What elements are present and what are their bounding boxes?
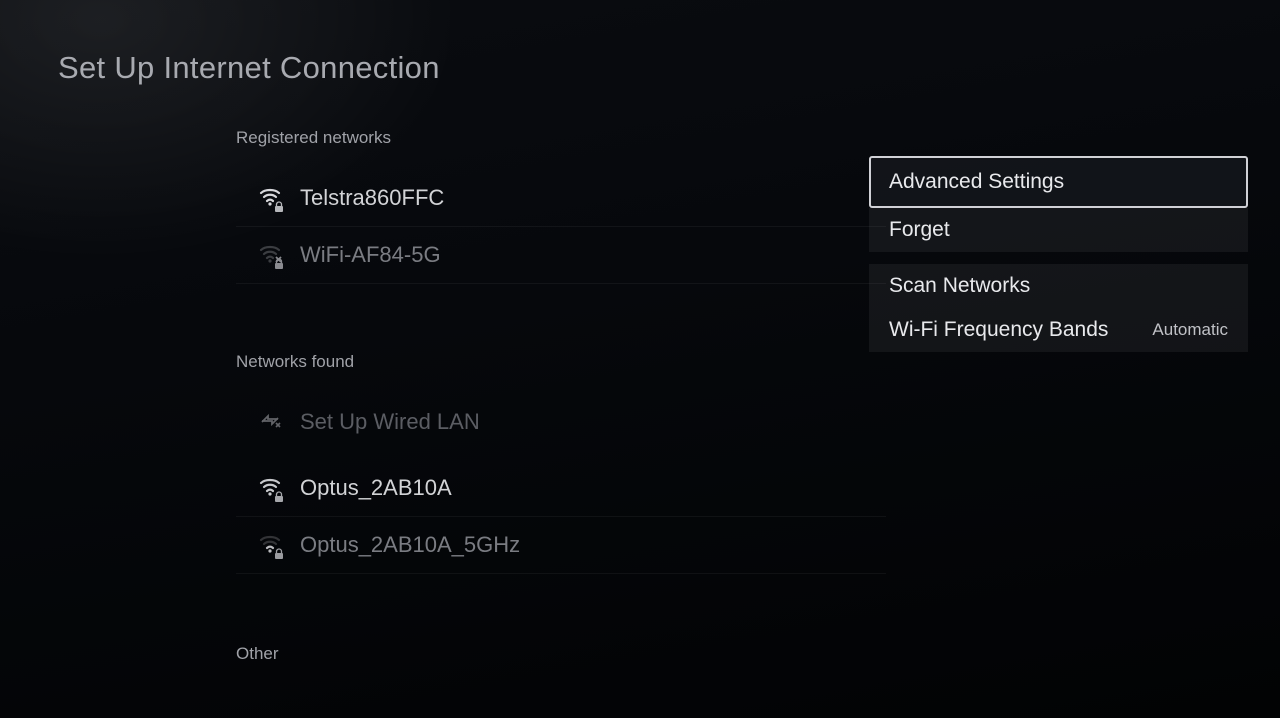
menu-item-value: Automatic	[1152, 320, 1228, 340]
network-name: WiFi-AF84-5G	[300, 242, 441, 268]
menu-item-label: Advanced Settings	[889, 170, 1064, 194]
network-name: Set Up Wired LAN	[300, 409, 480, 435]
lock-icon	[274, 200, 284, 212]
ethernet-icon	[258, 408, 286, 436]
network-name: Optus_2AB10A	[300, 475, 452, 501]
network-item-telstra[interactable]: Telstra860FFC	[236, 170, 886, 227]
network-list: Registered networks Telstra860FFC WiFi-A…	[236, 120, 886, 686]
menu-scan-networks[interactable]: Scan Networks	[869, 264, 1248, 308]
network-item-optus[interactable]: Optus_2AB10A	[236, 460, 886, 517]
network-name: Telstra860FFC	[300, 185, 444, 211]
network-item-wifiaf84[interactable]: WiFi-AF84-5G	[236, 227, 886, 284]
menu-item-label: Forget	[889, 218, 950, 242]
menu-wifi-frequency-bands[interactable]: Wi-Fi Frequency Bands Automatic	[869, 308, 1248, 352]
section-registered-label: Registered networks	[236, 128, 886, 148]
menu-item-label: Scan Networks	[889, 274, 1030, 298]
lock-icon	[274, 257, 284, 269]
menu-item-label: Wi-Fi Frequency Bands	[889, 318, 1108, 342]
menu-advanced-settings[interactable]: Advanced Settings	[869, 156, 1248, 208]
lock-icon	[274, 490, 284, 502]
section-found-label: Networks found	[236, 352, 886, 372]
page-title: Set Up Internet Connection	[58, 50, 440, 86]
context-menu: Advanced Settings Forget Scan Networks W…	[869, 156, 1248, 364]
network-name: Optus_2AB10A_5GHz	[300, 532, 520, 558]
network-item-optus5g[interactable]: Optus_2AB10A_5GHz	[236, 517, 886, 574]
section-other-label: Other	[236, 644, 886, 664]
setup-wired-lan[interactable]: Set Up Wired LAN	[236, 394, 886, 450]
menu-forget[interactable]: Forget	[869, 208, 1248, 252]
lock-icon	[274, 547, 284, 559]
